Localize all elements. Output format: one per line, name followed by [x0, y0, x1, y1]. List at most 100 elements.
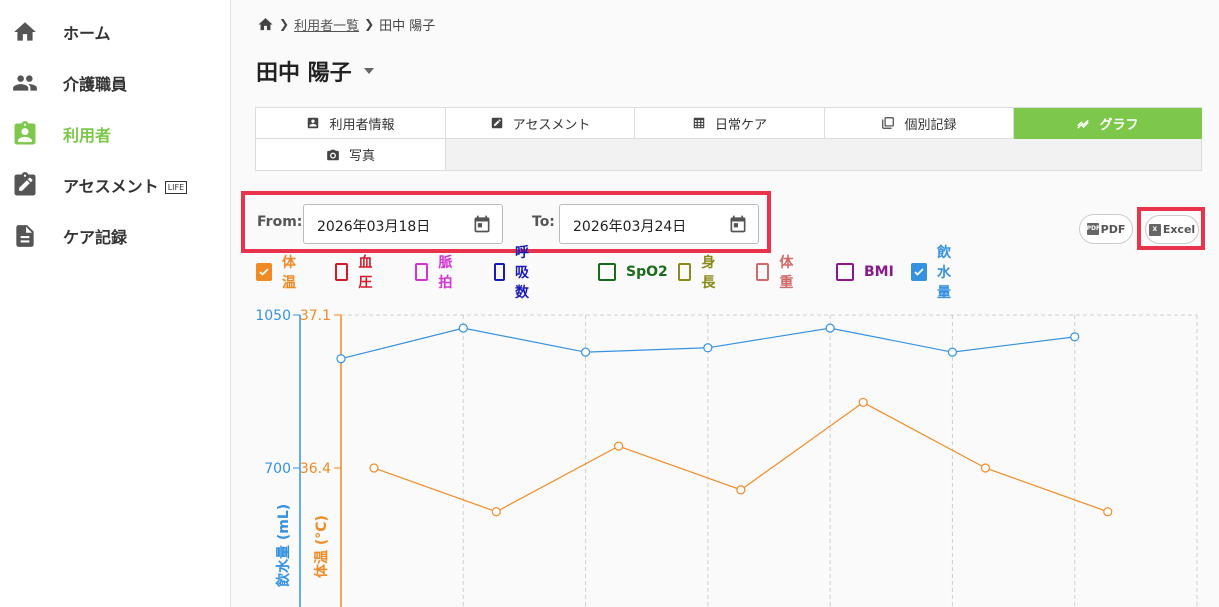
page-title: 田中 陽子	[256, 55, 374, 87]
breadcrumb: ❯ 利用者一覧 ❯ 田中 陽子	[257, 14, 435, 34]
life-badge: LIFE	[164, 181, 188, 194]
data-point	[458, 323, 468, 333]
metric-checkbox-8[interactable]: 飲水量	[911, 245, 953, 301]
sidebar-item-label: 介護職員	[63, 75, 128, 94]
sidebar-item-users[interactable]: 利用者	[0, 112, 230, 156]
metric-checkbox-3[interactable]: 呼吸数	[494, 245, 536, 301]
chevron-down-icon[interactable]	[363, 68, 374, 74]
tab-individual-records[interactable]: 個別記録	[825, 108, 1014, 139]
tab-bar: 利用者情報 アセスメント 日常ケア 個別記録 グラフ 写真	[255, 107, 1202, 171]
data-point	[580, 347, 591, 357]
metric-checkbox-7[interactable]: BMI	[836, 262, 894, 282]
clipboard-person-icon	[10, 120, 40, 148]
data-point	[491, 507, 501, 517]
home-icon[interactable]	[257, 16, 274, 33]
export-excel-button[interactable]: X Excel	[1145, 215, 1199, 244]
excel-file-icon: X	[1148, 223, 1161, 236]
pdf-file-icon: PDF	[1086, 223, 1100, 235]
metric-checkbox-5[interactable]: 身長	[678, 255, 720, 291]
data-point	[703, 343, 713, 353]
data-point	[825, 323, 835, 333]
export-excel-label: Excel	[1162, 223, 1196, 236]
checkbox-unchecked-icon[interactable]	[836, 263, 854, 281]
checkbox-checked-icon[interactable]	[911, 263, 927, 281]
checkbox-unchecked-icon[interactable]	[335, 263, 349, 281]
y-left-tick-label: 1050	[255, 308, 291, 324]
metric-checkbox-label: 体重	[779, 255, 794, 291]
metric-checkbox-2[interactable]: 脈拍	[415, 255, 457, 291]
chevron-right-icon: ❯	[279, 17, 290, 31]
checkbox-checked-icon[interactable]	[256, 263, 272, 281]
tab-graph[interactable]: グラフ	[1014, 108, 1202, 139]
series-line-1	[373, 401, 1108, 513]
sidebar-item-label: ホーム	[63, 24, 111, 43]
data-point	[947, 347, 958, 357]
sidebar-item-home[interactable]: ホーム	[0, 10, 230, 54]
data-point	[613, 441, 624, 451]
vitals-chart: 1050 700 37.1 36.4 飲水量 (mL) 体温 (°C)	[255, 308, 1198, 607]
data-point	[980, 463, 991, 473]
export-pdf-label: PDF	[1100, 222, 1126, 236]
data-point	[1103, 507, 1113, 517]
checkbox-unchecked-icon[interactable]	[415, 263, 429, 281]
sidebar-item-label: 利用者	[63, 126, 112, 145]
data-point	[369, 463, 379, 473]
metric-checkbox-1[interactable]: 血圧	[335, 255, 377, 291]
y-right-axis-title: 体温 (°C)	[313, 515, 330, 578]
checkbox-unchecked-icon[interactable]	[598, 263, 616, 281]
camera-icon	[326, 148, 340, 162]
breadcrumb-link-users[interactable]: 利用者一覧	[294, 15, 359, 34]
person-badge-icon	[306, 116, 320, 130]
tab-user-info[interactable]: 利用者情報	[256, 108, 446, 139]
document-icon	[10, 222, 40, 250]
from-date-input[interactable]: 2026年03月18日	[303, 204, 503, 244]
tab-label: アセスメント	[512, 117, 591, 133]
metric-checkbox-label: BMI	[864, 264, 894, 280]
chart-line-icon	[1076, 116, 1090, 130]
edit-document-icon	[10, 171, 40, 199]
sidebar-item-staff[interactable]: 介護職員	[0, 61, 230, 105]
export-pdf-button[interactable]: PDF PDF	[1079, 214, 1133, 244]
metric-checkbox-4[interactable]: SpO2	[598, 262, 668, 282]
sidebar-item-assessment[interactable]: アセスメント LIFE	[0, 163, 230, 207]
edit-icon	[490, 116, 504, 130]
calendar-icon[interactable]	[728, 214, 748, 234]
data-point	[736, 485, 746, 495]
checkbox-unchecked-icon[interactable]	[756, 263, 770, 281]
people-icon	[10, 69, 40, 97]
breadcrumb-current: 田中 陽子	[379, 18, 436, 34]
sidebar-item-label: アセスメント LIFE	[63, 173, 188, 197]
y-right-tick-label: 37.1	[300, 308, 331, 324]
from-date-value: 2026年03月18日	[317, 219, 431, 235]
to-label: To:	[532, 214, 555, 230]
page-title-text: 田中 陽子	[256, 61, 352, 86]
home-icon	[10, 18, 40, 46]
metric-checkbox-label: 脈拍	[438, 255, 453, 291]
from-label: From:	[257, 214, 303, 230]
excel-highlight: X Excel	[1137, 207, 1205, 250]
metric-checkbox-label: 血圧	[358, 255, 373, 291]
main-content: ❯ 利用者一覧 ❯ 田中 陽子 田中 陽子 利用者情報 アセスメント 日常ケア …	[231, 0, 1219, 607]
metric-checkbox-label: 飲水量	[937, 245, 951, 301]
chevron-right-icon: ❯	[364, 17, 375, 31]
metric-checkbox-0[interactable]: 体温	[256, 255, 298, 291]
metric-checkbox-label: 呼吸数	[515, 245, 529, 301]
metric-checkbox-label: 体温	[282, 255, 296, 291]
checkbox-unchecked-icon[interactable]	[678, 263, 692, 281]
data-point	[1070, 332, 1080, 342]
tab-assessment[interactable]: アセスメント	[446, 108, 635, 139]
calendar-icon[interactable]	[472, 214, 492, 234]
metric-checkbox-label: SpO2	[626, 264, 668, 280]
tab-label: 個別記録	[904, 117, 957, 133]
tab-label: 写真	[348, 149, 375, 164]
to-date-input[interactable]: 2026年03月24日	[559, 204, 759, 244]
tab-photos[interactable]: 写真	[256, 139, 446, 171]
metric-checkbox-6[interactable]: 体重	[756, 255, 798, 291]
data-point	[858, 397, 868, 408]
tab-label: グラフ	[1099, 117, 1139, 133]
sidebar: ホーム 介護職員 利用者 アセスメント LIFE ケア記録	[0, 0, 231, 607]
sidebar-item-care-records[interactable]: ケア記録	[0, 214, 230, 258]
metric-checkbox-label: 身長	[701, 255, 716, 291]
checkbox-unchecked-icon[interactable]	[494, 263, 505, 281]
tab-daily-care[interactable]: 日常ケア	[635, 108, 825, 139]
